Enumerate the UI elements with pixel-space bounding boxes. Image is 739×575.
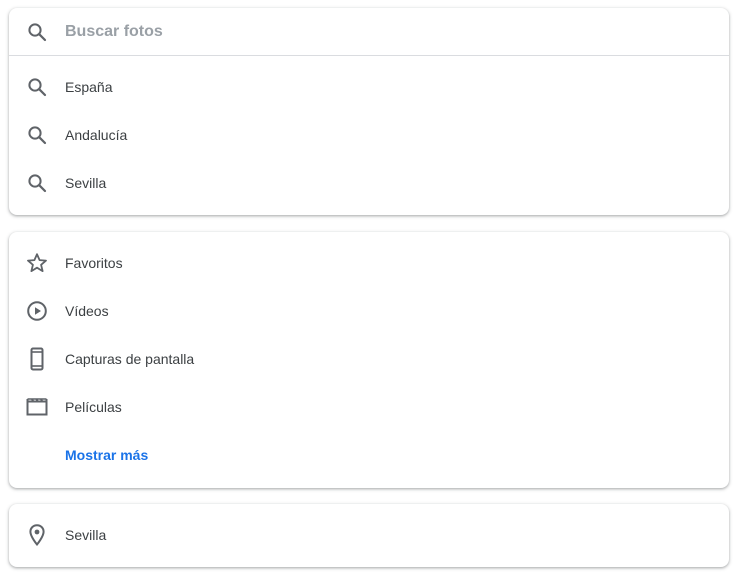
category-label: Favoritos (65, 255, 123, 271)
show-more-button[interactable]: Mostrar más (9, 431, 729, 479)
suggestion-label: Andalucía (65, 127, 128, 143)
location-pin-icon (25, 523, 49, 547)
search-bar (9, 8, 729, 56)
category-label: Vídeos (65, 303, 109, 319)
category-item-favoritos[interactable]: Favoritos (9, 239, 729, 287)
places-card: Sevilla (9, 504, 729, 567)
suggestion-item-espana[interactable]: España (9, 63, 729, 111)
play-circle-icon (25, 299, 49, 323)
place-label: Sevilla (65, 527, 107, 543)
category-label: Películas (65, 399, 122, 415)
show-more-label: Mostrar más (65, 447, 149, 463)
category-item-capturas[interactable]: Capturas de pantalla (9, 335, 729, 383)
star-outline-icon (25, 251, 49, 275)
place-item-sevilla[interactable]: Sevilla (9, 511, 729, 559)
search-card: España Andalucía Sevilla (9, 8, 729, 215)
search-icon[interactable] (25, 20, 49, 44)
suggestion-label: España (65, 79, 113, 95)
search-input[interactable] (65, 18, 705, 46)
search-icon (25, 171, 49, 195)
movie-clapper-icon (25, 395, 49, 419)
category-label: Capturas de pantalla (65, 351, 195, 367)
phone-screenshot-icon (25, 347, 49, 371)
search-icon (25, 123, 49, 147)
search-icon (25, 75, 49, 99)
suggestion-item-sevilla[interactable]: Sevilla (9, 159, 729, 207)
category-item-peliculas[interactable]: Películas (9, 383, 729, 431)
category-item-videos[interactable]: Vídeos (9, 287, 729, 335)
categories-card: Favoritos Vídeos Capturas de pantalla Pe… (9, 232, 729, 488)
suggestion-item-andalucia[interactable]: Andalucía (9, 111, 729, 159)
suggestion-label: Sevilla (65, 175, 107, 191)
